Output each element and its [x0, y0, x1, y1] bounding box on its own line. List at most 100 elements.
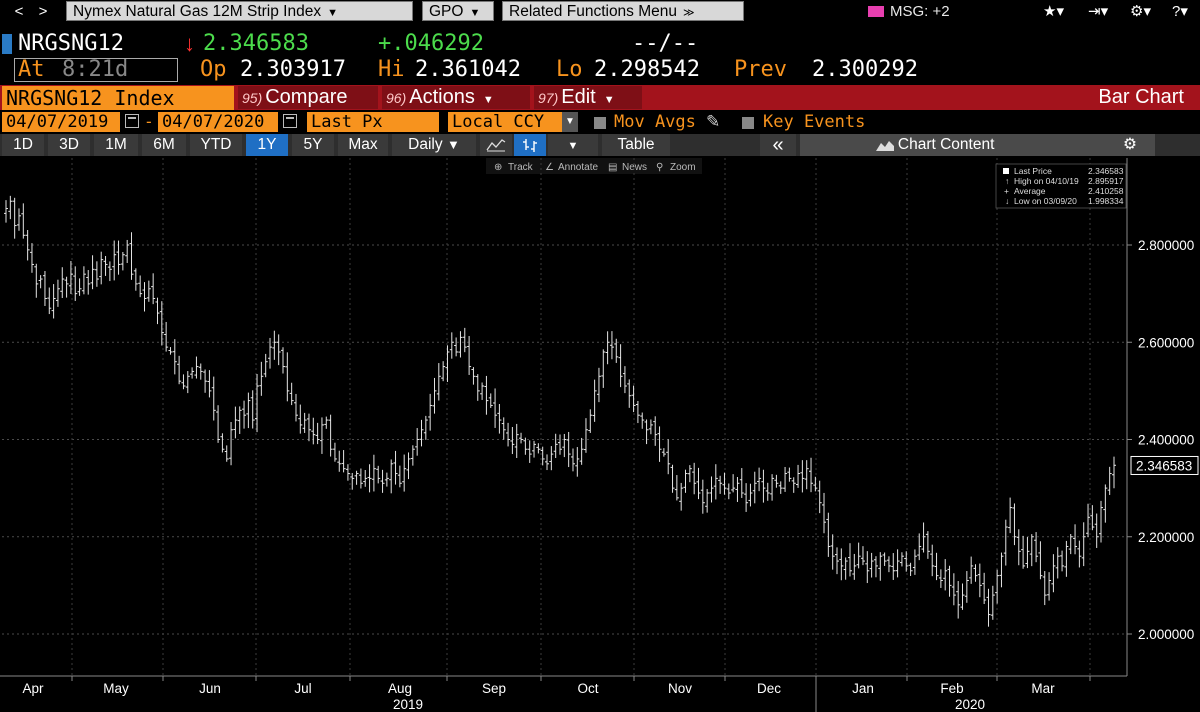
ohlc-bar: [298, 404, 303, 434]
ohlc-bar: [1021, 535, 1026, 569]
ohlc-bar: [1055, 547, 1060, 579]
ohlc-bar: [644, 419, 649, 445]
ohlc-bar: [1016, 529, 1021, 566]
ohlc-bar: [341, 450, 346, 473]
ohlc-bar: [1029, 534, 1034, 567]
annotate-menu[interactable]: Annotate: [558, 162, 598, 173]
ohlc-bar: [177, 355, 182, 385]
ohlc-bar: [94, 261, 99, 287]
ohlc-bar: [908, 562, 913, 576]
ohlc-bar: [705, 488, 710, 513]
ohlc-bar: [42, 270, 47, 307]
ohlc-bar: [977, 563, 982, 598]
track-menu[interactable]: Track: [508, 162, 534, 173]
chart-legend[interactable]: Last Price 2.346583 ↑ High on 04/10/19 2…: [995, 163, 1127, 209]
bar-chart[interactable]: ⊕ Track ∠ Annotate ▤ News ⚲ Zoom 2.00000…: [0, 0, 1200, 712]
ohlc-bar: [81, 266, 86, 295]
track-icon[interactable]: ⊕: [494, 162, 502, 173]
ohlc-bar: [925, 531, 930, 559]
ohlc-bar: [744, 483, 749, 512]
ohlc-bar: [692, 462, 697, 495]
ohlc-bar: [1003, 519, 1008, 566]
y-tick-label: 2.000000: [1138, 627, 1194, 642]
ohlc-bar: [181, 374, 186, 390]
ohlc-bar: [731, 474, 736, 493]
ohlc-bar: [441, 361, 446, 382]
annotate-icon[interactable]: ∠: [545, 162, 554, 173]
ohlc-bar: [770, 474, 775, 501]
ohlc-bar: [73, 266, 78, 301]
year-label: 2019: [393, 697, 423, 712]
ohlc-bar: [938, 569, 943, 588]
ohlc-bar: [415, 428, 420, 456]
ohlc-bar: [8, 195, 13, 220]
ohlc-bar: [1012, 503, 1017, 546]
x-tick-label: Jul: [294, 681, 311, 696]
ohlc-bar: [471, 367, 476, 385]
ohlc-bar: [302, 412, 307, 433]
ohlc-bar: [683, 469, 688, 493]
ohlc-bar: [480, 382, 485, 400]
ohlc-bar: [687, 465, 692, 483]
ohlc-bar: [90, 255, 95, 290]
ohlc-bar: [220, 433, 225, 453]
ohlc-bar: [293, 393, 298, 422]
ohlc-bar: [306, 413, 311, 442]
ohlc-bar: [488, 393, 493, 408]
ohlc-bar: [860, 546, 865, 566]
ohlc-bar: [242, 400, 247, 429]
ohlc-bar: [233, 406, 238, 439]
ohlc-bar: [757, 467, 762, 492]
ohlc-bar: [605, 331, 610, 365]
ohlc-bar: [506, 422, 511, 447]
ohlc-bar: [116, 240, 121, 275]
ohlc-bar: [155, 297, 160, 325]
ohlc-bar: [1090, 505, 1095, 531]
ohlc-bar: [666, 439, 671, 475]
ohlc-bar: [761, 469, 766, 503]
ohlc-bar: [1094, 513, 1099, 548]
ohlc-bar: [12, 197, 17, 239]
ohlc-bar: [16, 208, 21, 231]
ohlc-bar: [259, 361, 264, 396]
zoom-menu[interactable]: Zoom: [670, 162, 696, 173]
ohlc-bar: [1047, 572, 1052, 601]
ohlc-bar: [402, 454, 407, 492]
ohlc-bar: [112, 240, 117, 281]
news-menu[interactable]: News: [622, 162, 647, 173]
ohlc-bar: [376, 465, 381, 484]
ohlc-bar: [25, 229, 30, 261]
ohlc-bar: [592, 379, 597, 422]
ohlc-bar: [1103, 484, 1108, 523]
news-icon[interactable]: ▤: [608, 162, 617, 173]
ohlc-bar: [207, 370, 212, 398]
x-tick-label: Mar: [1031, 681, 1055, 696]
zoom-icon[interactable]: ⚲: [656, 162, 663, 173]
ohlc-bar: [960, 583, 965, 610]
ohlc-bar: [164, 321, 169, 352]
ohlc-bar: [951, 573, 956, 606]
ohlc-bar: [661, 448, 666, 457]
ohlc-bar: [276, 334, 281, 366]
ohlc-bar: [493, 388, 498, 428]
ohlc-bar: [99, 251, 104, 285]
ohlc-bar: [943, 559, 948, 591]
ohlc-bar: [895, 549, 900, 578]
ohlc-bar: [973, 564, 978, 582]
ohlc-bar: [990, 585, 995, 620]
x-tick-label: Apr: [22, 681, 44, 696]
ohlc-bar: [77, 278, 82, 296]
x-tick-label: Oct: [577, 681, 598, 696]
ohlc-bar: [575, 447, 580, 477]
ohlc-bar: [847, 543, 852, 577]
ohlc-bar: [739, 468, 744, 498]
ohlc-bar: [380, 469, 385, 493]
ohlc-bar: [709, 476, 714, 503]
legend-low-marker: ↓: [1005, 196, 1009, 206]
ohlc-bar: [635, 400, 640, 424]
ohlc-bar: [995, 569, 1000, 604]
ohlc-bar: [1025, 537, 1030, 569]
legend-average-label: Average: [1014, 186, 1046, 196]
ohlc-bar: [722, 472, 727, 495]
ohlc-bar: [285, 352, 290, 402]
